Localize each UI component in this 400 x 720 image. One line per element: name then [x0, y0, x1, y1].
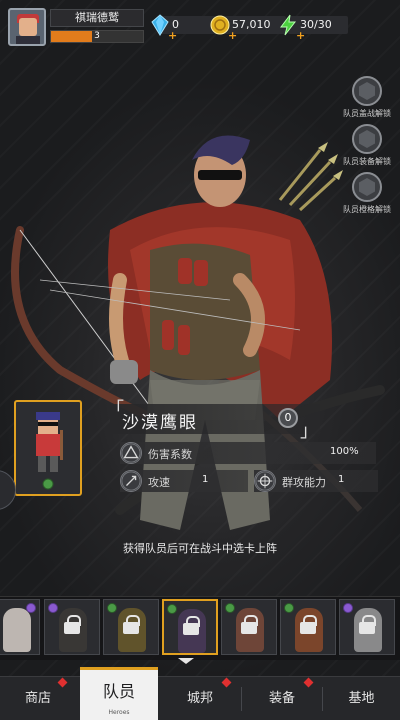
roster-slot-7[interactable]	[339, 599, 395, 655]
lock-icon	[300, 615, 317, 634]
rarity-tag	[48, 603, 58, 613]
notification-badge	[303, 677, 314, 688]
coin-icon	[210, 15, 230, 35]
stat-damage-value: 100%	[330, 446, 359, 457]
nav-team-sublabel: Heroes	[108, 709, 130, 716]
notification-badge	[221, 677, 232, 688]
nav-base-label: 基地	[348, 691, 375, 706]
stat-aoe-value: 1	[338, 474, 345, 485]
rarity-tag	[284, 603, 294, 613]
diamond-icon	[151, 14, 169, 36]
lock-icon	[352, 76, 382, 106]
nav-team[interactable]: 队员 Heroes	[80, 667, 158, 720]
stat-speed-label: 攻速	[148, 476, 170, 489]
roster-slot-2[interactable]	[44, 599, 100, 655]
hero-portrait	[36, 412, 63, 490]
nav-team-label: 队员	[102, 682, 135, 701]
bottom-nav: 商店 队员 Heroes 城邦 装备 基地	[0, 667, 400, 720]
roster-slot-1[interactable]	[0, 599, 40, 655]
target-icon	[254, 470, 276, 492]
nav-shop-label: 商店	[24, 691, 51, 706]
lock-icon	[123, 615, 140, 634]
hero-level-badge: 0	[278, 408, 298, 428]
nav-base[interactable]: 基地	[323, 677, 400, 720]
hero-portrait-card[interactable]	[14, 400, 82, 496]
rarity-tag	[26, 603, 36, 613]
stat-speed-value: 1	[202, 474, 209, 485]
exp-bar: 3	[50, 30, 144, 43]
avatar-shirt	[16, 36, 40, 44]
rarity-tag	[225, 603, 235, 613]
player-name: 祺瑞德鹫	[50, 9, 144, 27]
damage-icon	[120, 442, 142, 464]
unlock-label: 队员盖战解锁	[343, 109, 391, 118]
hero-illustration	[11, 135, 385, 530]
nav-gear-label: 装备	[268, 691, 295, 706]
lock-icon	[183, 616, 200, 635]
nav-city[interactable]: 城邦	[160, 677, 240, 720]
stat-aoe-row: 群攻能力 1	[254, 470, 378, 492]
lock-icon	[64, 615, 81, 634]
stat-speed-row: 攻速 1	[120, 470, 248, 492]
rarity-tag	[343, 603, 353, 613]
rarity-tag	[107, 603, 117, 613]
stat-damage-label: 伤害系数	[148, 448, 192, 461]
energy-add-button[interactable]: +	[296, 30, 305, 41]
nav-shop[interactable]: 商店	[0, 677, 76, 720]
deploy-hint: 获得队员后可在战斗中选卡上阵	[123, 542, 277, 555]
hero-thumb	[3, 608, 31, 652]
roster-slot-5[interactable]	[221, 599, 277, 655]
unlock-slot-1[interactable]: 队员盖战解锁	[338, 76, 396, 119]
roster-slot-3[interactable]	[103, 599, 159, 655]
stat-aoe-label: 群攻能力	[282, 476, 326, 489]
coin-add-button[interactable]: +	[228, 30, 237, 41]
player-avatar[interactable]	[8, 8, 46, 46]
stat-damage-row: 伤害系数 100%	[120, 442, 376, 464]
hero-roster	[0, 596, 400, 660]
bow-icon	[120, 470, 142, 492]
nav-city-label: 城邦	[186, 691, 213, 706]
lock-icon	[359, 615, 376, 634]
lightning-icon	[280, 14, 297, 36]
player-level: 3	[94, 31, 100, 41]
roster-slot-4[interactable]	[162, 599, 218, 655]
gem-add-button[interactable]: +	[168, 30, 177, 41]
bracket-decoration: 」	[300, 421, 318, 442]
rarity-tag	[167, 604, 177, 614]
avatar-face	[19, 18, 37, 36]
hero-name: 沙漠鹰眼	[122, 413, 198, 433]
roster-slot-6[interactable]	[280, 599, 336, 655]
notification-badge	[57, 677, 68, 688]
top-bar: 祺瑞德鹫 3 0 + 57,010 + 30/30 +	[6, 6, 394, 46]
energy-counter[interactable]: 30/30 +	[278, 14, 358, 41]
nav-gear[interactable]: 装备	[242, 677, 322, 720]
lock-icon	[241, 615, 258, 634]
